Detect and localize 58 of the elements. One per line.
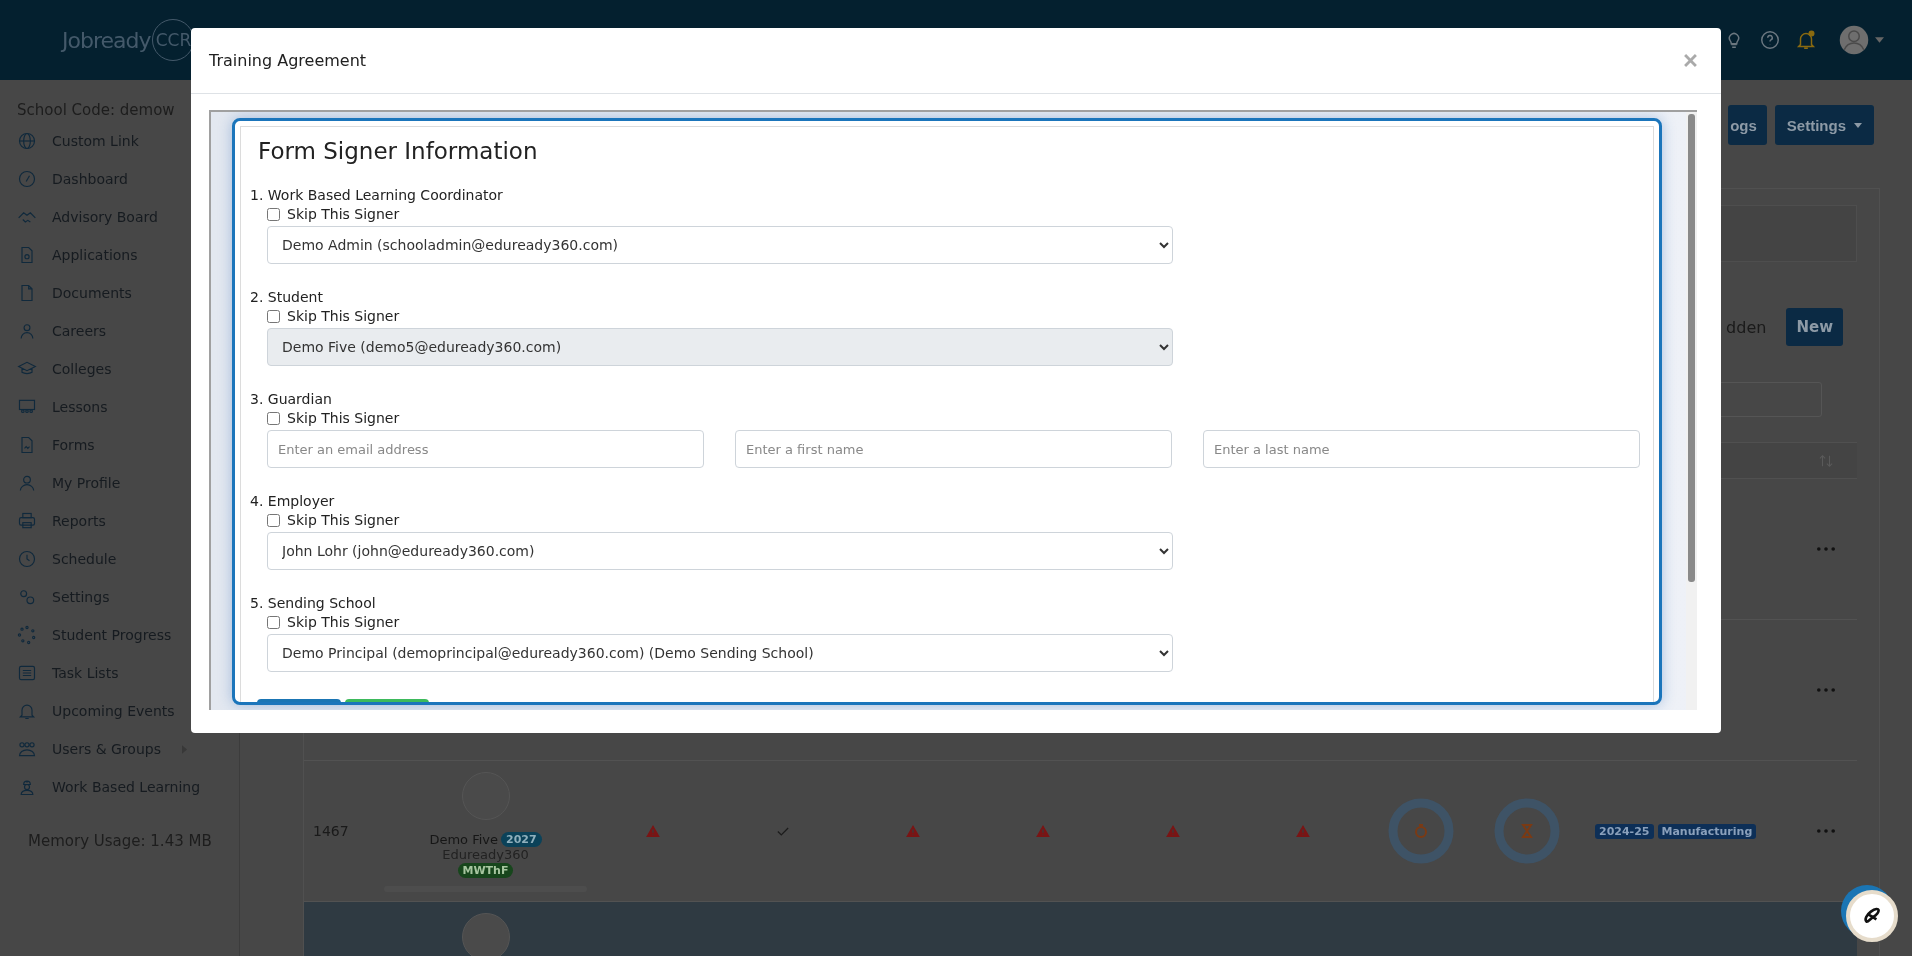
avatar-placeholder (461, 913, 510, 956)
hourglass-ring-icon (1494, 798, 1560, 864)
checkbox-label: Skip This Signer (287, 614, 400, 630)
warning-icon (1036, 825, 1050, 837)
modal-title: Training Agreement (209, 51, 367, 70)
tag: Manufacturing (1657, 823, 1757, 839)
checkbox-label: Skip This Signer (287, 308, 400, 324)
checkbox[interactable] (267, 615, 280, 629)
toolbar-button[interactable]: Settings (1774, 105, 1874, 145)
signer-label: 4. Employer (250, 492, 336, 511)
signer-label: 5. Sending School (250, 594, 377, 613)
input-field[interactable]: Enter a first name (735, 430, 1172, 468)
close-icon[interactable] (1684, 54, 1697, 67)
checkbox[interactable] (267, 513, 280, 527)
checkbox[interactable] (267, 207, 280, 221)
warning-icon (646, 825, 660, 837)
globe-icon (17, 131, 37, 151)
person-icon (17, 473, 37, 493)
checkbox-label: Skip This Signer (287, 410, 400, 426)
more-options-icon[interactable] (1817, 688, 1835, 692)
warning-icon (1166, 825, 1180, 837)
signer-select[interactable]: John Lohr (john@eduready360.com) (267, 532, 1173, 570)
input-field[interactable]: Enter an email address (267, 430, 704, 468)
checkbox-label: Skip This Signer (287, 512, 400, 528)
new-button[interactable]: New (1786, 308, 1843, 346)
notification-bell-icon[interactable] (1795, 29, 1817, 51)
more-options-icon[interactable] (1817, 547, 1835, 551)
signer-label: 2. Student (250, 288, 324, 307)
input-field[interactable]: Enter a last name (1203, 430, 1640, 468)
signer-label: 3. Guardian (250, 390, 333, 409)
printer-icon (17, 511, 37, 531)
checkmark-icon (777, 826, 789, 836)
gears-icon (17, 587, 37, 607)
gauge-icon (17, 169, 37, 189)
user-avatar-icon[interactable] (1839, 25, 1869, 55)
warning-icon (1296, 825, 1310, 837)
year-badge: 2027 (501, 832, 542, 847)
caret-icon[interactable] (1875, 37, 1884, 43)
more-options-icon[interactable] (1817, 829, 1835, 833)
help-icon[interactable] (1759, 29, 1781, 51)
form-heading: Form Signer Information (258, 137, 539, 166)
schedule-badge: MWThF (457, 863, 514, 878)
checkbox-label: Skip This Signer (287, 206, 400, 222)
signer-select[interactable]: Demo Admin (schooladmin@eduready360.com) (267, 226, 1173, 264)
clock-icon (17, 549, 37, 569)
dotted-circle-icon (17, 625, 37, 645)
caret-icon (1854, 122, 1862, 128)
warning-icon (906, 825, 920, 837)
tag: 2024-25 (1595, 823, 1654, 839)
checkbox[interactable] (267, 411, 280, 425)
signer-label: 1. Work Based Learning Coordinator (250, 186, 504, 205)
users-icon (17, 739, 37, 759)
list-icon (17, 663, 37, 683)
scrollbar-thumb[interactable] (1688, 114, 1695, 582)
timer-ring-icon (1388, 798, 1454, 864)
toolbar-button[interactable]: ogs (1728, 105, 1767, 145)
signer-select[interactable]: Demo Principal (demoprincipal@eduready360.com) (Demo Sending School) (267, 634, 1173, 672)
logo-text: Jobready (62, 27, 151, 53)
